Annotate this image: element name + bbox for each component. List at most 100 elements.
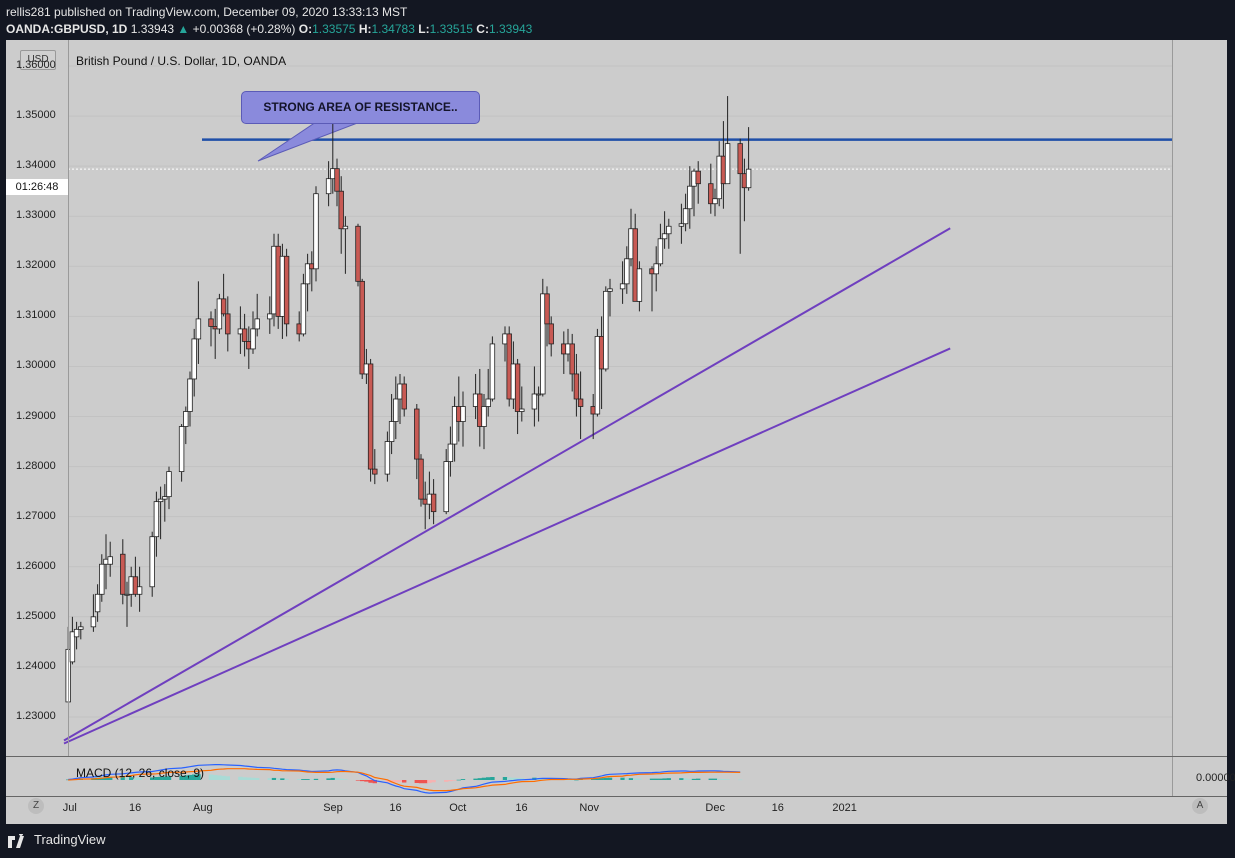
publisher-text: rellis281 published on TradingView.com, … <box>6 5 408 19</box>
candle-body <box>695 170 701 185</box>
macd-histogram-bar <box>418 780 424 784</box>
macd-histogram-bar <box>397 780 403 783</box>
macd-histogram-bar <box>431 780 436 783</box>
macd-histogram-bar <box>452 780 457 781</box>
close-value: 1.33943 <box>488 22 533 36</box>
macd-legend[interactable]: MACD (12, 26, close, 9) <box>76 766 204 780</box>
candle-body <box>401 383 407 410</box>
candle-body <box>388 421 395 442</box>
tradingview-logo-icon <box>8 834 24 848</box>
time-axis-separator <box>6 796 1227 797</box>
time-tick-label: Jul <box>62 802 77 814</box>
candle-body <box>666 225 672 235</box>
candle-body <box>418 458 424 500</box>
candle-body <box>661 233 668 240</box>
macd-histogram-bar <box>213 774 218 780</box>
candle-body <box>208 318 214 327</box>
price-tick-label: 1.31000 <box>16 309 56 322</box>
candle-body <box>573 373 580 400</box>
chart-canvas[interactable] <box>6 40 1227 824</box>
trendline <box>63 347 951 745</box>
macd-histogram-bar <box>738 779 743 781</box>
right-price-axis[interactable] <box>1172 40 1228 796</box>
high-label: H: <box>358 22 372 36</box>
macd-histogram-bar <box>280 778 285 780</box>
macd-histogram-bar <box>242 777 247 780</box>
candle-body <box>195 318 202 340</box>
macd-histogram-bar <box>448 780 453 782</box>
candle-body <box>325 178 332 195</box>
candle-body <box>149 536 155 588</box>
price-tick-label: 1.29000 <box>16 409 56 422</box>
macd-histogram-bar <box>343 779 348 780</box>
macd-histogram-bar <box>330 777 335 780</box>
time-tick-label: Dec <box>705 802 725 814</box>
macd-histogram-bar <box>255 777 260 780</box>
candle-body <box>712 198 718 205</box>
macd-histogram-bar <box>368 780 373 783</box>
macd-histogram-bar <box>423 780 428 784</box>
macd-histogram-bar <box>607 777 613 780</box>
price-axis[interactable] <box>6 40 69 756</box>
chart-title: British Pound / U.S. Dollar, 1D, OANDA <box>76 54 287 68</box>
macd-histogram-bar <box>679 778 684 780</box>
candle-body <box>355 225 361 282</box>
candle-body <box>178 426 185 473</box>
brand-name[interactable]: TradingView <box>34 832 106 847</box>
candle-body <box>94 593 101 613</box>
price-tick-label: 1.25000 <box>16 609 56 622</box>
candle-body <box>225 313 231 335</box>
candle-body <box>624 258 630 285</box>
candle-body <box>607 288 613 292</box>
candle-body <box>447 443 454 462</box>
macd-histogram-bar <box>334 778 340 780</box>
candle-body <box>687 185 693 210</box>
candle-body <box>283 255 290 325</box>
macd-histogram-bar <box>364 780 369 782</box>
macd-histogram-bar <box>658 778 663 780</box>
macd-histogram-bar <box>620 777 625 780</box>
symbol-label[interactable]: OANDA:GBPUSD, 1D <box>6 22 127 36</box>
auto-scale-button[interactable]: A <box>1192 798 1208 814</box>
candle-body <box>393 398 399 422</box>
candle-body <box>384 441 391 475</box>
macd-histogram-bar <box>481 777 487 780</box>
macd-histogram-bar <box>313 778 319 780</box>
candle-body <box>544 293 550 325</box>
macd-histogram-bar <box>662 778 667 780</box>
macd-histogram-bar <box>633 778 638 780</box>
symbol-ohlc-line: OANDA:GBPUSD, 1D 1.33943 ▲ +0.00368 (+0.… <box>6 22 532 36</box>
candle-body <box>153 501 160 538</box>
macd-histogram-bar <box>624 778 629 780</box>
macd-histogram-bar <box>490 777 495 780</box>
annotation-callout[interactable]: STRONG AREA OF RESISTANCE.. <box>241 91 480 124</box>
macd-zero-label: 0.00000 <box>1196 772 1235 784</box>
chart-frame[interactable]: USD 1.36000 1.35000 1.34000 1.33000 1.32000 1… <box>6 40 1235 824</box>
macd-histogram-bar <box>427 780 432 783</box>
time-tick-label: 16 <box>515 802 528 814</box>
macd-histogram-bar <box>238 776 243 780</box>
candle-body <box>191 338 197 380</box>
footer: TradingView <box>0 826 1235 858</box>
candle-body <box>359 280 365 375</box>
price-change: +0.00368 (+0.28%) <box>192 22 296 36</box>
candle-body <box>90 616 97 628</box>
macd-histogram-bar <box>456 779 461 781</box>
open-label: O: <box>298 22 313 36</box>
candle-body <box>334 168 340 192</box>
time-tick-label: 16 <box>129 802 142 814</box>
candle-body <box>367 363 374 470</box>
macd-histogram-bar <box>208 774 214 780</box>
macd-histogram-bar <box>687 778 692 780</box>
candle-body <box>636 268 643 302</box>
zoom-reset-button[interactable]: Z <box>28 798 44 814</box>
publisher-line: rellis281 published on TradingView.com, … <box>6 5 407 19</box>
candle-body <box>414 408 420 460</box>
macd-histogram-bar <box>460 779 466 780</box>
candle-body <box>430 493 437 513</box>
pane-separator[interactable] <box>6 756 1227 757</box>
macd-histogram-bar <box>276 778 281 780</box>
candle-body <box>254 318 260 330</box>
candle-body <box>460 406 466 422</box>
time-tick-label: 16 <box>771 802 784 814</box>
